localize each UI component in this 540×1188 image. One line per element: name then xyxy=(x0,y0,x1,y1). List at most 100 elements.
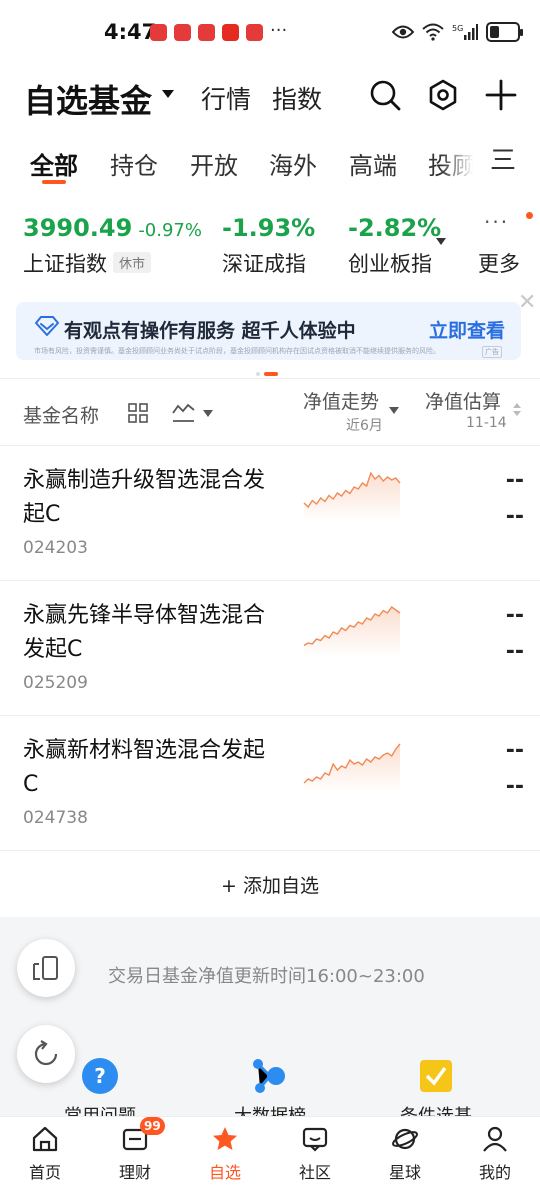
sparkline-area xyxy=(304,473,400,522)
trend-dropdown-icon[interactable] xyxy=(203,410,213,417)
svg-text:?: ? xyxy=(94,1064,106,1088)
nav-favorites-label: 自选 xyxy=(208,1163,241,1182)
nav-wealth-label: 理财 xyxy=(118,1163,151,1182)
trend-view-icon[interactable] xyxy=(172,401,196,423)
big-data-icon[interactable] xyxy=(250,1056,290,1096)
index-sh-price: 3990.49 xyxy=(23,214,133,242)
index-sz-name[interactable]: 深证成指 xyxy=(222,248,306,278)
tabs-menu-icon[interactable]: 三 xyxy=(490,140,516,177)
banner-text: 有观点有操作有服务 超千人体验中 xyxy=(64,320,356,342)
promo-banner-area: 有观点有操作有服务 超千人体验中 立即查看 市场有风险，投资需谨慎。基金投顾顾问… xyxy=(0,292,540,378)
nav-trend-period: 近6月 xyxy=(346,418,383,434)
index-cyb-value[interactable]: -2.82% xyxy=(348,214,441,242)
app-notification-icon xyxy=(246,24,263,41)
mcdonalds-icon xyxy=(222,24,239,41)
planet-icon xyxy=(392,1128,418,1150)
notification-icons xyxy=(150,24,263,41)
status-overflow: ··· xyxy=(270,20,288,41)
app-notification-icon xyxy=(174,24,191,41)
indices-more-label[interactable]: 更多 xyxy=(478,248,520,278)
nav-wealth[interactable]: 99 理财 xyxy=(90,1117,180,1188)
fund-code: 025209 xyxy=(23,673,88,693)
nav-favorites[interactable]: 自选 xyxy=(180,1117,270,1188)
settings-icon[interactable] xyxy=(426,78,460,112)
tab-open[interactable]: 开放 xyxy=(190,146,238,181)
pager-dot xyxy=(256,372,260,376)
fund-sparkline xyxy=(303,606,401,657)
nav-home[interactable]: 首页 xyxy=(0,1117,90,1188)
fund-sparkline xyxy=(303,743,401,792)
refresh-button[interactable] xyxy=(17,1025,75,1083)
promo-banner[interactable]: 有观点有操作有服务 超千人体验中 立即查看 市场有风险，投资需谨慎。基金投顾顾问… xyxy=(16,302,521,360)
index-sh-name[interactable]: 上证指数 休市 xyxy=(23,248,152,278)
sparkline-area xyxy=(304,607,400,657)
eye-icon xyxy=(392,25,414,39)
nav-index[interactable]: 指数 xyxy=(272,80,322,116)
nav-market[interactable]: 行情 xyxy=(201,80,251,116)
page-title[interactable]: 自选基金 xyxy=(24,76,152,122)
user-icon xyxy=(483,1126,507,1152)
tab-holdings[interactable]: 持仓 xyxy=(110,146,158,181)
home-icon xyxy=(32,1126,58,1152)
app-header: 自选基金 行情 指数 xyxy=(0,66,540,130)
ad-badge: 广告 xyxy=(482,346,502,358)
index-cyb-name[interactable]: 创业板指 xyxy=(348,248,432,278)
column-nav-trend[interactable]: 净值走势 xyxy=(303,387,379,414)
filter-icon[interactable] xyxy=(416,1056,456,1096)
layout-icon xyxy=(33,956,58,980)
plus-icon[interactable] xyxy=(484,78,518,112)
app-notification-icon xyxy=(198,24,215,41)
fund-value: -- xyxy=(505,468,524,493)
battery-icon xyxy=(486,22,523,42)
wifi-icon xyxy=(422,23,444,41)
add-favorite-row: + 添加自选 xyxy=(0,851,540,917)
fund-name: 永赢制造升级智选混合发起C xyxy=(23,468,266,527)
status-time: 4:47 xyxy=(104,20,157,44)
notification-dot xyxy=(526,212,533,219)
banner-disclaimer: 市场有风险，投资需谨慎。基金投顾顾问业务尚处于试点阶段，基金投顾顾问机构存在因试… xyxy=(34,347,440,355)
add-favorite-button[interactable]: + 添加自选 xyxy=(0,871,540,898)
fund-list-header: 基金名称 净值走势 近6月 净值估算 11-14 xyxy=(0,378,540,446)
tab-overseas[interactable]: 海外 xyxy=(269,146,317,181)
status-bar: 4:47 ··· 5G xyxy=(0,0,540,66)
nav-trend-dropdown-icon[interactable] xyxy=(389,407,399,414)
bottom-nav: 首页 99 理财 自选 社区 星球 我的 xyxy=(0,1116,540,1188)
nav-profile[interactable]: 我的 xyxy=(450,1117,540,1188)
grid-view-icon[interactable] xyxy=(128,403,148,423)
banner-view-button[interactable]: 立即查看 xyxy=(429,316,505,343)
index-sz-value[interactable]: -1.93% xyxy=(222,214,315,242)
nav-home-label: 首页 xyxy=(28,1163,61,1182)
system-icons: 5G xyxy=(392,22,523,42)
tab-all[interactable]: 全部 xyxy=(30,146,78,181)
star-icon xyxy=(213,1127,237,1150)
battery-level xyxy=(490,26,499,38)
nav-community[interactable]: 社区 xyxy=(270,1117,360,1188)
tab-premium[interactable]: 高端 xyxy=(349,146,397,181)
nav-planet[interactable]: 星球 xyxy=(360,1117,450,1188)
tabs-fade xyxy=(440,142,488,182)
help-icon[interactable]: ? xyxy=(80,1056,120,1096)
index-sh-value[interactable]: 3990.49 -0.97% xyxy=(23,214,202,242)
layout-toggle-button[interactable] xyxy=(17,939,75,997)
index-dropdown-icon[interactable] xyxy=(436,238,446,245)
signal-icon: 5G xyxy=(452,24,478,40)
fund-code: 024738 xyxy=(23,808,88,828)
index-sh-label: 上证指数 xyxy=(23,252,107,276)
column-estimate[interactable]: 净值估算 xyxy=(425,387,501,414)
sparkline-area xyxy=(304,744,400,792)
close-icon[interactable]: ✕ xyxy=(518,290,536,315)
nav-community-label: 社区 xyxy=(298,1163,331,1182)
search-icon[interactable] xyxy=(368,78,402,112)
sort-icon[interactable] xyxy=(513,403,521,416)
refresh-icon xyxy=(34,1040,58,1066)
fund-change: -- xyxy=(505,774,524,799)
nav-update-notice: 交易日基金净值更新时间16:00~23:00 xyxy=(108,966,425,987)
more-dots-icon[interactable]: ··· xyxy=(484,210,509,234)
fund-sparkline xyxy=(303,471,401,522)
column-fund-name: 基金名称 xyxy=(23,405,100,427)
fund-name: 永赢先锋半导体智选混合发起C xyxy=(23,603,266,662)
title-dropdown-icon[interactable] xyxy=(162,90,174,98)
fund-row[interactable]: 永赢先锋半导体智选混合发起C 025209 -- -- xyxy=(0,581,540,716)
fund-row[interactable]: 永赢新材料智选混合发起C 024738 -- -- xyxy=(0,716,540,851)
fund-row[interactable]: 永赢制造升级智选混合发起C 024203 -- -- xyxy=(0,446,540,581)
